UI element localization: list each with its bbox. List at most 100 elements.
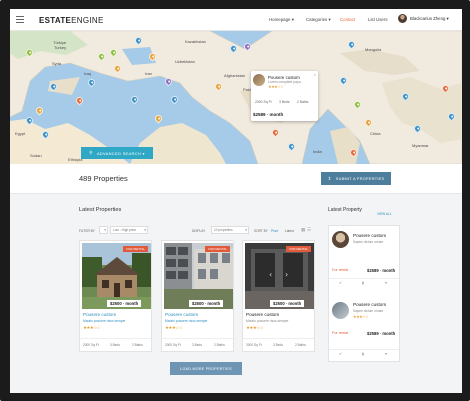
- card-title[interactable]: Pousere custom: [165, 312, 198, 317]
- popup-sqft: 2000 Sq Ft: [255, 100, 272, 104]
- properties-count: 489 Properties: [79, 174, 128, 183]
- logo-sub: ENGINE: [71, 16, 104, 25]
- sort-by-label: SORT BY: [254, 229, 268, 233]
- check-icon[interactable]: ✔: [339, 352, 342, 356]
- card-rating: ★★★☆☆: [246, 325, 264, 330]
- check-icon[interactable]: ✔: [339, 281, 342, 285]
- svg-text:‹: ‹: [269, 270, 272, 279]
- property-card[interactable]: FOR RENTAL $2500 · month Pousere custom …: [161, 240, 234, 352]
- heart-icon[interactable]: ♥: [385, 281, 387, 285]
- sidebar-price: $2589 · month: [367, 268, 396, 273]
- upload-icon: ↥: [327, 175, 332, 181]
- device-frame: ESTATEENGINE Homepage ▾ Categories ▾ Con…: [0, 0, 470, 401]
- svg-text:›: ›: [285, 270, 288, 279]
- search-icon: ⚲: [89, 150, 93, 155]
- map-label-afghanistan: Afghanistan: [224, 73, 246, 78]
- property-image[interactable]: FOR RENTAL $2500 · month: [82, 243, 151, 309]
- rental-badge: FOR RENTAL: [205, 246, 230, 252]
- menu-icon[interactable]: [16, 16, 24, 23]
- filter-bar: FILTER BY Low - High price DISPLAY 10 pr…: [79, 226, 311, 238]
- map-label-mongolia: Mongolia: [365, 47, 382, 52]
- map-label-iraq: Iraq: [84, 71, 91, 76]
- nav-contact[interactable]: Contact: [340, 17, 355, 22]
- user-menu[interactable]: Blackcarius Zheng ▾: [398, 14, 449, 23]
- sort-latest-link[interactable]: Latest: [285, 229, 294, 233]
- bookmark-icon[interactable]: ▮: [362, 352, 364, 356]
- bookmark-icon[interactable]: ▮: [362, 281, 364, 285]
- map-label-uzbekistan: Uzbekistan: [175, 59, 195, 64]
- card-beds: 3 Beds: [192, 343, 202, 347]
- heart-icon[interactable]: ♥: [385, 352, 387, 356]
- card-sqft: 2000 Sq Ft: [246, 343, 262, 347]
- property-card[interactable]: FOR RENTAL $2500 · month Pousere custom …: [79, 240, 152, 352]
- card-address: Mauris posuere risus semper: [165, 319, 208, 323]
- map-label-iran: Iran: [145, 71, 152, 76]
- sidebar-address: Sapien dictum ornare: [353, 309, 384, 313]
- popup-price: $2589 · month: [253, 112, 284, 117]
- submit-property-button[interactable]: ↥ SUBMIT A PROPERTIES: [321, 172, 391, 185]
- card-beds: 3 Beds: [273, 343, 283, 347]
- card-features: 2000 Sq Ft 3 Beds 2 Baths: [243, 338, 314, 351]
- card-address: Mauris posuere risus semper: [246, 319, 289, 323]
- nav-list-users[interactable]: List Users: [368, 17, 388, 22]
- card-sqft: 2000 Sq Ft: [83, 343, 99, 347]
- list-view-icon[interactable]: ☰: [307, 227, 311, 233]
- sidebar-thumbnail: [332, 302, 349, 319]
- map-label-egypt: Egypt: [15, 131, 26, 136]
- properties-header: 489 Properties ↥ SUBMIT A PROPERTIES: [10, 164, 462, 194]
- latest-properties-title: Latest Properties: [79, 207, 122, 213]
- map-label-myanmar: Myanmar: [412, 143, 429, 148]
- nav-homepage[interactable]: Homepage ▾: [269, 17, 294, 23]
- sidebar-title[interactable]: Pousere custom: [353, 233, 386, 238]
- property-card[interactable]: ‹ › FOR RENTAL $2500 · month Pousere cus…: [242, 240, 315, 352]
- sidebar-rental-tag: For rental: [332, 268, 349, 272]
- map-label-kazakhstan: Kazakhstan: [185, 39, 206, 44]
- map-label-sudan: Sudan: [30, 153, 42, 158]
- card-features: 2000 Sq Ft 3 Beds 2 Baths: [80, 338, 151, 351]
- logo-main: ESTATE: [39, 16, 72, 25]
- map-label-syria: Syria: [52, 61, 62, 66]
- card-baths: 2 Baths: [295, 343, 306, 347]
- display-label: DISPLAY: [192, 229, 206, 233]
- load-more-button[interactable]: LOAD MORE PROPERTIES: [170, 362, 242, 375]
- card-beds: 3 Beds: [110, 343, 120, 347]
- card-rating: ★★★☆☆: [83, 325, 101, 330]
- property-image[interactable]: ‹ › FOR RENTAL $2500 · month: [245, 243, 314, 309]
- user-name: Blackcarius Zheng ▾: [410, 15, 449, 21]
- sidebar-actions: ✔ ▮ ♥: [329, 349, 399, 358]
- card-baths: 2 Baths: [132, 343, 143, 347]
- sidebar-rental-tag: For rental: [332, 331, 349, 335]
- card-title[interactable]: Pousere custom: [246, 312, 279, 317]
- grid-view-icon[interactable]: ▦: [301, 227, 305, 233]
- advanced-search-button[interactable]: ⚲ ADVANCED SEARCH ▾: [81, 147, 153, 159]
- property-image[interactable]: FOR RENTAL $2500 · month: [164, 243, 233, 309]
- nav-categories[interactable]: Categories ▾: [306, 17, 331, 23]
- logo[interactable]: ESTATEENGINE: [39, 16, 104, 25]
- sidebar-title[interactable]: Pousere custom: [353, 302, 386, 307]
- close-icon[interactable]: ×: [314, 72, 316, 77]
- popup-baths: 2 Baths: [297, 100, 309, 104]
- map-popup[interactable]: × Pousere custom Lorem complete pays... …: [251, 71, 318, 121]
- sidebar-address: Sapien dictum ornare: [353, 240, 384, 244]
- avatar: [398, 14, 407, 23]
- price-range-select[interactable]: Low - High price: [110, 226, 148, 234]
- map-view[interactable]: Türkiye Turkey Syria Iraq Iran Egypt Afg…: [10, 31, 462, 164]
- sidebar-price: $2589 · month: [367, 331, 396, 336]
- sort-price-link[interactable]: Price: [271, 229, 278, 233]
- sidebar-thumbnail: [332, 231, 349, 248]
- map-label-turkey: Turkey: [54, 45, 67, 50]
- view-all-link[interactable]: VIEW ALL: [377, 212, 392, 216]
- card-title[interactable]: Pousere custom: [83, 312, 116, 317]
- card-price: $2500 · month: [107, 300, 142, 307]
- display-count-select[interactable]: 10 properties: [211, 226, 249, 234]
- map-label-india: India: [313, 149, 322, 154]
- card-address: Mauris posuere risus semper: [83, 319, 126, 323]
- card-rating: ★★★☆☆: [165, 325, 183, 330]
- app-screen: ESTATEENGINE Homepage ▾ Categories ▾ Con…: [10, 9, 462, 393]
- filter-type-select[interactable]: [99, 226, 108, 234]
- card-baths: 2 Baths: [214, 343, 225, 347]
- rental-badge: FOR RENTAL: [286, 246, 311, 252]
- popup-thumbnail: [253, 74, 265, 86]
- sidebar-rating: ★★★☆☆: [353, 314, 369, 319]
- advanced-search-label: ADVANCED SEARCH ▾: [96, 150, 145, 156]
